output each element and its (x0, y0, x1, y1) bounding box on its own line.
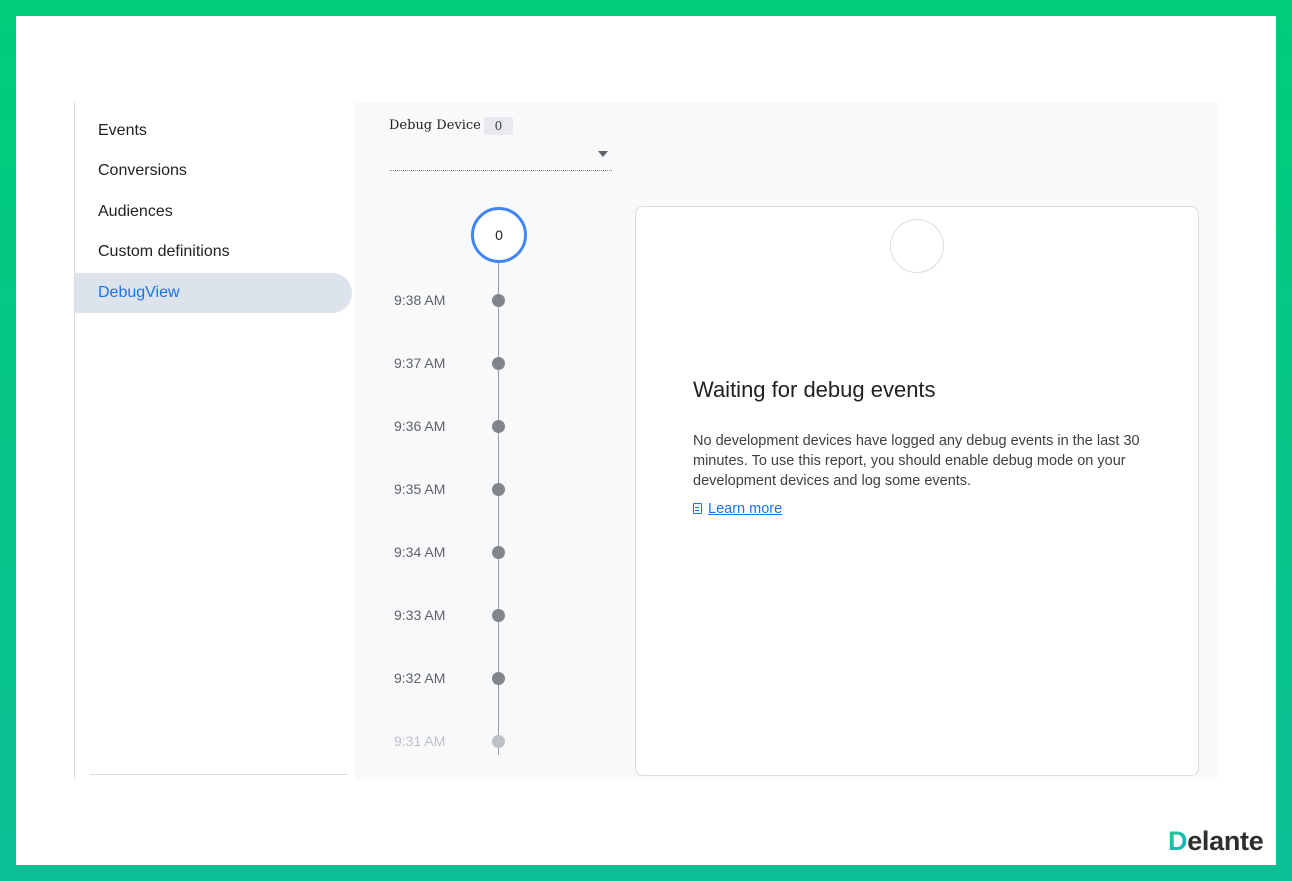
chevron-down-icon (598, 151, 608, 157)
logo-first-letter: D (1168, 826, 1188, 856)
card-description: No development devices have logged any d… (693, 433, 1140, 489)
debug-events-card: Waiting for debug events No development … (635, 206, 1199, 776)
timeline-time-label: 9:38 AM (394, 292, 446, 308)
timeline-time-label: 9:34 AM (394, 544, 446, 560)
sidebar-item-label: Events (98, 122, 147, 139)
timeline-dot[interactable] (492, 483, 505, 496)
sidebar-item-events[interactable]: Events (75, 111, 352, 151)
timeline-dot[interactable] (492, 294, 505, 307)
timeline-dot[interactable] (492, 735, 505, 748)
timeline-time-label: 9:33 AM (394, 607, 446, 623)
card-title: Waiting for debug events (693, 377, 936, 402)
sidebar-item-conversions[interactable]: Conversions (75, 151, 352, 191)
timeline-dot[interactable] (492, 609, 505, 622)
sidebar-divider (90, 774, 348, 775)
sidebar-item-debugview[interactable]: DebugView (75, 273, 352, 313)
debug-device-count-badge: 0 (484, 117, 513, 135)
timeline-dot[interactable] (492, 672, 505, 685)
debug-device-dropdown[interactable] (389, 142, 612, 171)
timeline-time-label: 9:36 AM (394, 418, 446, 434)
timeline-time-label: 9:32 AM (394, 670, 446, 686)
timeline-time-label: 9:37 AM (394, 355, 446, 371)
sidebar-item-label: Audiences (98, 203, 173, 220)
timeline-dot[interactable] (492, 420, 505, 433)
learn-more-link[interactable]: Learn more (693, 501, 782, 517)
sidebar-item-label: Custom definitions (98, 243, 230, 260)
timeline-dot[interactable] (492, 357, 505, 370)
logo-rest: elante (1187, 826, 1264, 856)
document-icon (693, 503, 702, 514)
learn-more-label: Learn more (708, 501, 783, 517)
timeline-time-label: 9:35 AM (394, 481, 446, 497)
empty-state-ring-icon (890, 219, 944, 273)
debug-device-label: Debug Device (389, 118, 481, 133)
analytics-app: Events Conversions Audiences Custom defi… (74, 102, 1218, 779)
event-counter-ring[interactable]: 0 (471, 207, 527, 263)
sidebar-nav: Events Conversions Audiences Custom defi… (74, 102, 355, 779)
sidebar-item-audiences[interactable]: Audiences (75, 192, 352, 232)
screenshot-frame: Events Conversions Audiences Custom defi… (16, 16, 1276, 865)
sidebar-item-custom-definitions[interactable]: Custom definitions (75, 232, 352, 272)
sidebar-item-label: DebugView (98, 284, 180, 301)
sidebar-item-label: Conversions (98, 162, 187, 179)
delante-logo: Delante (1168, 826, 1264, 857)
timeline-dot[interactable] (492, 546, 505, 559)
timeline-time-label: 9:31 AM (394, 733, 446, 749)
